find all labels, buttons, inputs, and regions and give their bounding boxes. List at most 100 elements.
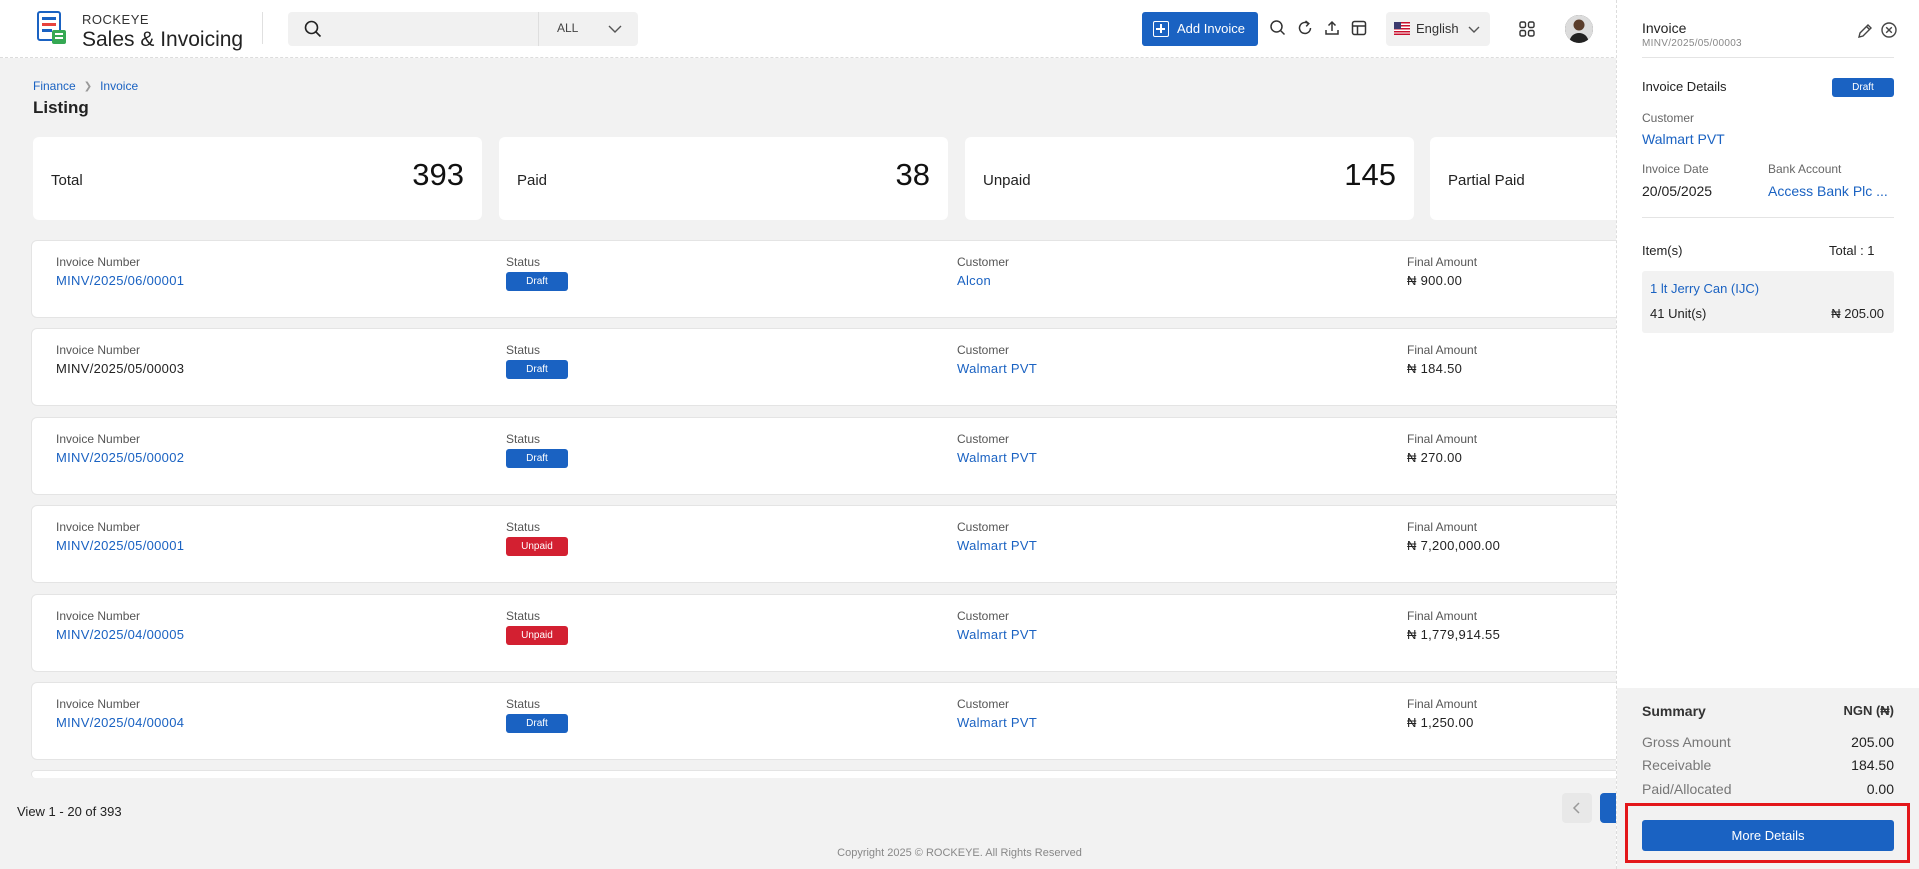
language-select[interactable]: English (1386, 12, 1490, 46)
stat-label: Unpaid (983, 172, 1031, 189)
customer-label: Customer (957, 343, 1010, 357)
app-brand: ROCKEYE Sales & Invoicing (82, 12, 243, 52)
invoice-number-label: Invoice Number (56, 343, 141, 357)
stat-card-unpaid[interactable]: Unpaid 145 (965, 137, 1414, 220)
stat-label: Partial Paid (1448, 172, 1525, 189)
status-badge: Unpaid (506, 537, 568, 556)
customer-link[interactable]: Walmart PVT (957, 361, 1037, 376)
summary-section: Summary NGN (₦) Gross Amount 205.00 Rece… (1617, 688, 1919, 869)
status-badge: Draft (506, 272, 568, 291)
customer-label: Customer (957, 520, 1010, 534)
final-amount-label: Final Amount (1407, 432, 1478, 446)
invoice-row[interactable]: Invoice Number MINV/2025/05/00003 Status D… (31, 328, 1631, 406)
customer-label: Customer (957, 697, 1010, 711)
pagination-summary: View 1 - 20 of 393 (17, 804, 122, 819)
invoice-item: 1 lt Jerry Can (IJC) 41 Unit(s) ₦ 205.00 (1642, 271, 1894, 333)
invoice-number-label: Invoice Number (56, 255, 141, 269)
search-icon (304, 20, 322, 38)
paid-allocated-label: Paid/Allocated (1642, 781, 1732, 797)
status-badge: Draft (506, 360, 568, 379)
header-divider (262, 12, 263, 44)
receivable-label: Receivable (1642, 757, 1712, 773)
user-avatar-icon (1565, 15, 1593, 43)
summary-currency: NGN (₦) (1843, 703, 1894, 718)
item-amount: ₦ 205.00 (1831, 306, 1884, 321)
add-icon (1153, 21, 1169, 37)
table-layout-icon[interactable] (1350, 19, 1368, 37)
customer-link[interactable]: Alcon (957, 273, 1009, 288)
invoice-row[interactable]: Invoice Number MINV/2025/04/00004 Status D… (31, 682, 1631, 760)
chevron-down-icon (608, 25, 622, 33)
search-scope-select[interactable]: ALL (538, 12, 638, 46)
user-avatar[interactable] (1565, 15, 1593, 43)
item-name-link[interactable]: 1 lt Jerry Can (IJC) (1650, 281, 1759, 296)
final-amount: ₦ 1,250.00 (1407, 715, 1474, 730)
app-logo-icon (37, 11, 66, 44)
search-icon[interactable] (1269, 19, 1287, 37)
invoice-number-label: Invoice Number (56, 609, 141, 623)
customer-link[interactable]: Walmart PVT (957, 627, 1037, 642)
invoice-number[interactable]: MINV/2025/04/00005 (56, 627, 184, 642)
status-badge: Unpaid (506, 626, 568, 645)
bank-account-link[interactable]: Access Bank Plc ... (1768, 183, 1888, 199)
stat-value: 145 (1344, 157, 1396, 192)
bank-account-label: Bank Account (1768, 162, 1842, 176)
stat-value: 393 (412, 157, 464, 192)
customer-link[interactable]: Walmart PVT (957, 538, 1037, 553)
invoice-number[interactable]: MINV/2025/05/00001 (56, 538, 184, 553)
invoice-date: 20/05/2025 (1642, 183, 1713, 199)
upload-icon[interactable] (1323, 19, 1341, 37)
customer-label: Customer (957, 432, 1010, 446)
customer-label: Customer (957, 609, 1010, 623)
final-amount-label: Final Amount (1407, 697, 1478, 711)
customer-link[interactable]: Walmart PVT (957, 715, 1037, 730)
stat-label: Total (51, 172, 83, 189)
language-value: English (1416, 21, 1459, 36)
invoice-number[interactable]: MINV/2025/04/00004 (56, 715, 184, 730)
paid-allocated-value: 0.00 (1866, 781, 1894, 797)
stat-card-paid[interactable]: Paid 38 (499, 137, 948, 220)
add-invoice-label: Add Invoice (1177, 21, 1245, 36)
search-scope-value: ALL (557, 21, 579, 35)
page-title: Listing (33, 98, 89, 117)
final-amount: ₦ 7,200,000.00 (1407, 538, 1501, 553)
customer-label: Customer (1642, 111, 1695, 125)
breadcrumb-invoice[interactable]: Invoice (100, 79, 138, 93)
customer-link[interactable]: Walmart PVT (1642, 131, 1725, 147)
invoice-number-label: Invoice Number (56, 697, 141, 711)
final-amount-label: Final Amount (1407, 255, 1478, 269)
invoice-number[interactable]: MINV/2025/05/00003 (56, 361, 184, 376)
invoice-number[interactable]: MINV/2025/06/00001 (56, 273, 184, 288)
final-amount-label: Final Amount (1407, 520, 1478, 534)
edit-icon[interactable] (1856, 22, 1874, 40)
final-amount-label: Final Amount (1407, 343, 1478, 357)
stat-card-total[interactable]: Total 393 (33, 137, 482, 220)
customer-link[interactable]: Walmart PVT (957, 450, 1037, 465)
refresh-icon[interactable] (1296, 19, 1314, 37)
global-search (288, 12, 538, 46)
final-amount-label: Final Amount (1407, 609, 1478, 623)
items-label: Item(s) (1642, 243, 1683, 258)
more-details-button[interactable]: More Details (1642, 820, 1894, 851)
invoice-row[interactable]: Invoice Number MINV/2025/05/00002 Status D… (31, 417, 1631, 495)
final-amount: ₦ 900.00 (1407, 273, 1463, 288)
panel-title: Invoice (1642, 20, 1687, 36)
search-input[interactable] (336, 12, 531, 46)
status-badge: Draft (506, 714, 568, 733)
brand-product: Sales & Invoicing (82, 28, 244, 51)
status-label: Status (506, 609, 541, 623)
chevron-left-icon (1572, 802, 1580, 814)
invoice-number-label: Invoice Number (56, 520, 141, 534)
apps-grid-icon[interactable] (1518, 20, 1536, 38)
invoice-row[interactable]: Invoice Number MINV/2025/04/00005 Status U… (31, 594, 1631, 672)
status-badge: Draft (1832, 78, 1894, 97)
items-total: Total : 1 (1829, 243, 1875, 258)
breadcrumb-finance[interactable]: Finance (33, 79, 76, 93)
add-invoice-button[interactable]: Add Invoice (1142, 12, 1258, 46)
chevron-right-icon: ❯ (83, 80, 93, 92)
close-icon[interactable] (1880, 21, 1898, 39)
previous-page-button[interactable] (1562, 793, 1592, 823)
invoice-row[interactable]: Invoice Number MINV/2025/05/00001 Status U… (31, 505, 1631, 583)
invoice-number[interactable]: MINV/2025/05/00002 (56, 450, 184, 465)
invoice-row[interactable]: Invoice Number MINV/2025/06/00001 Status D… (31, 240, 1631, 318)
